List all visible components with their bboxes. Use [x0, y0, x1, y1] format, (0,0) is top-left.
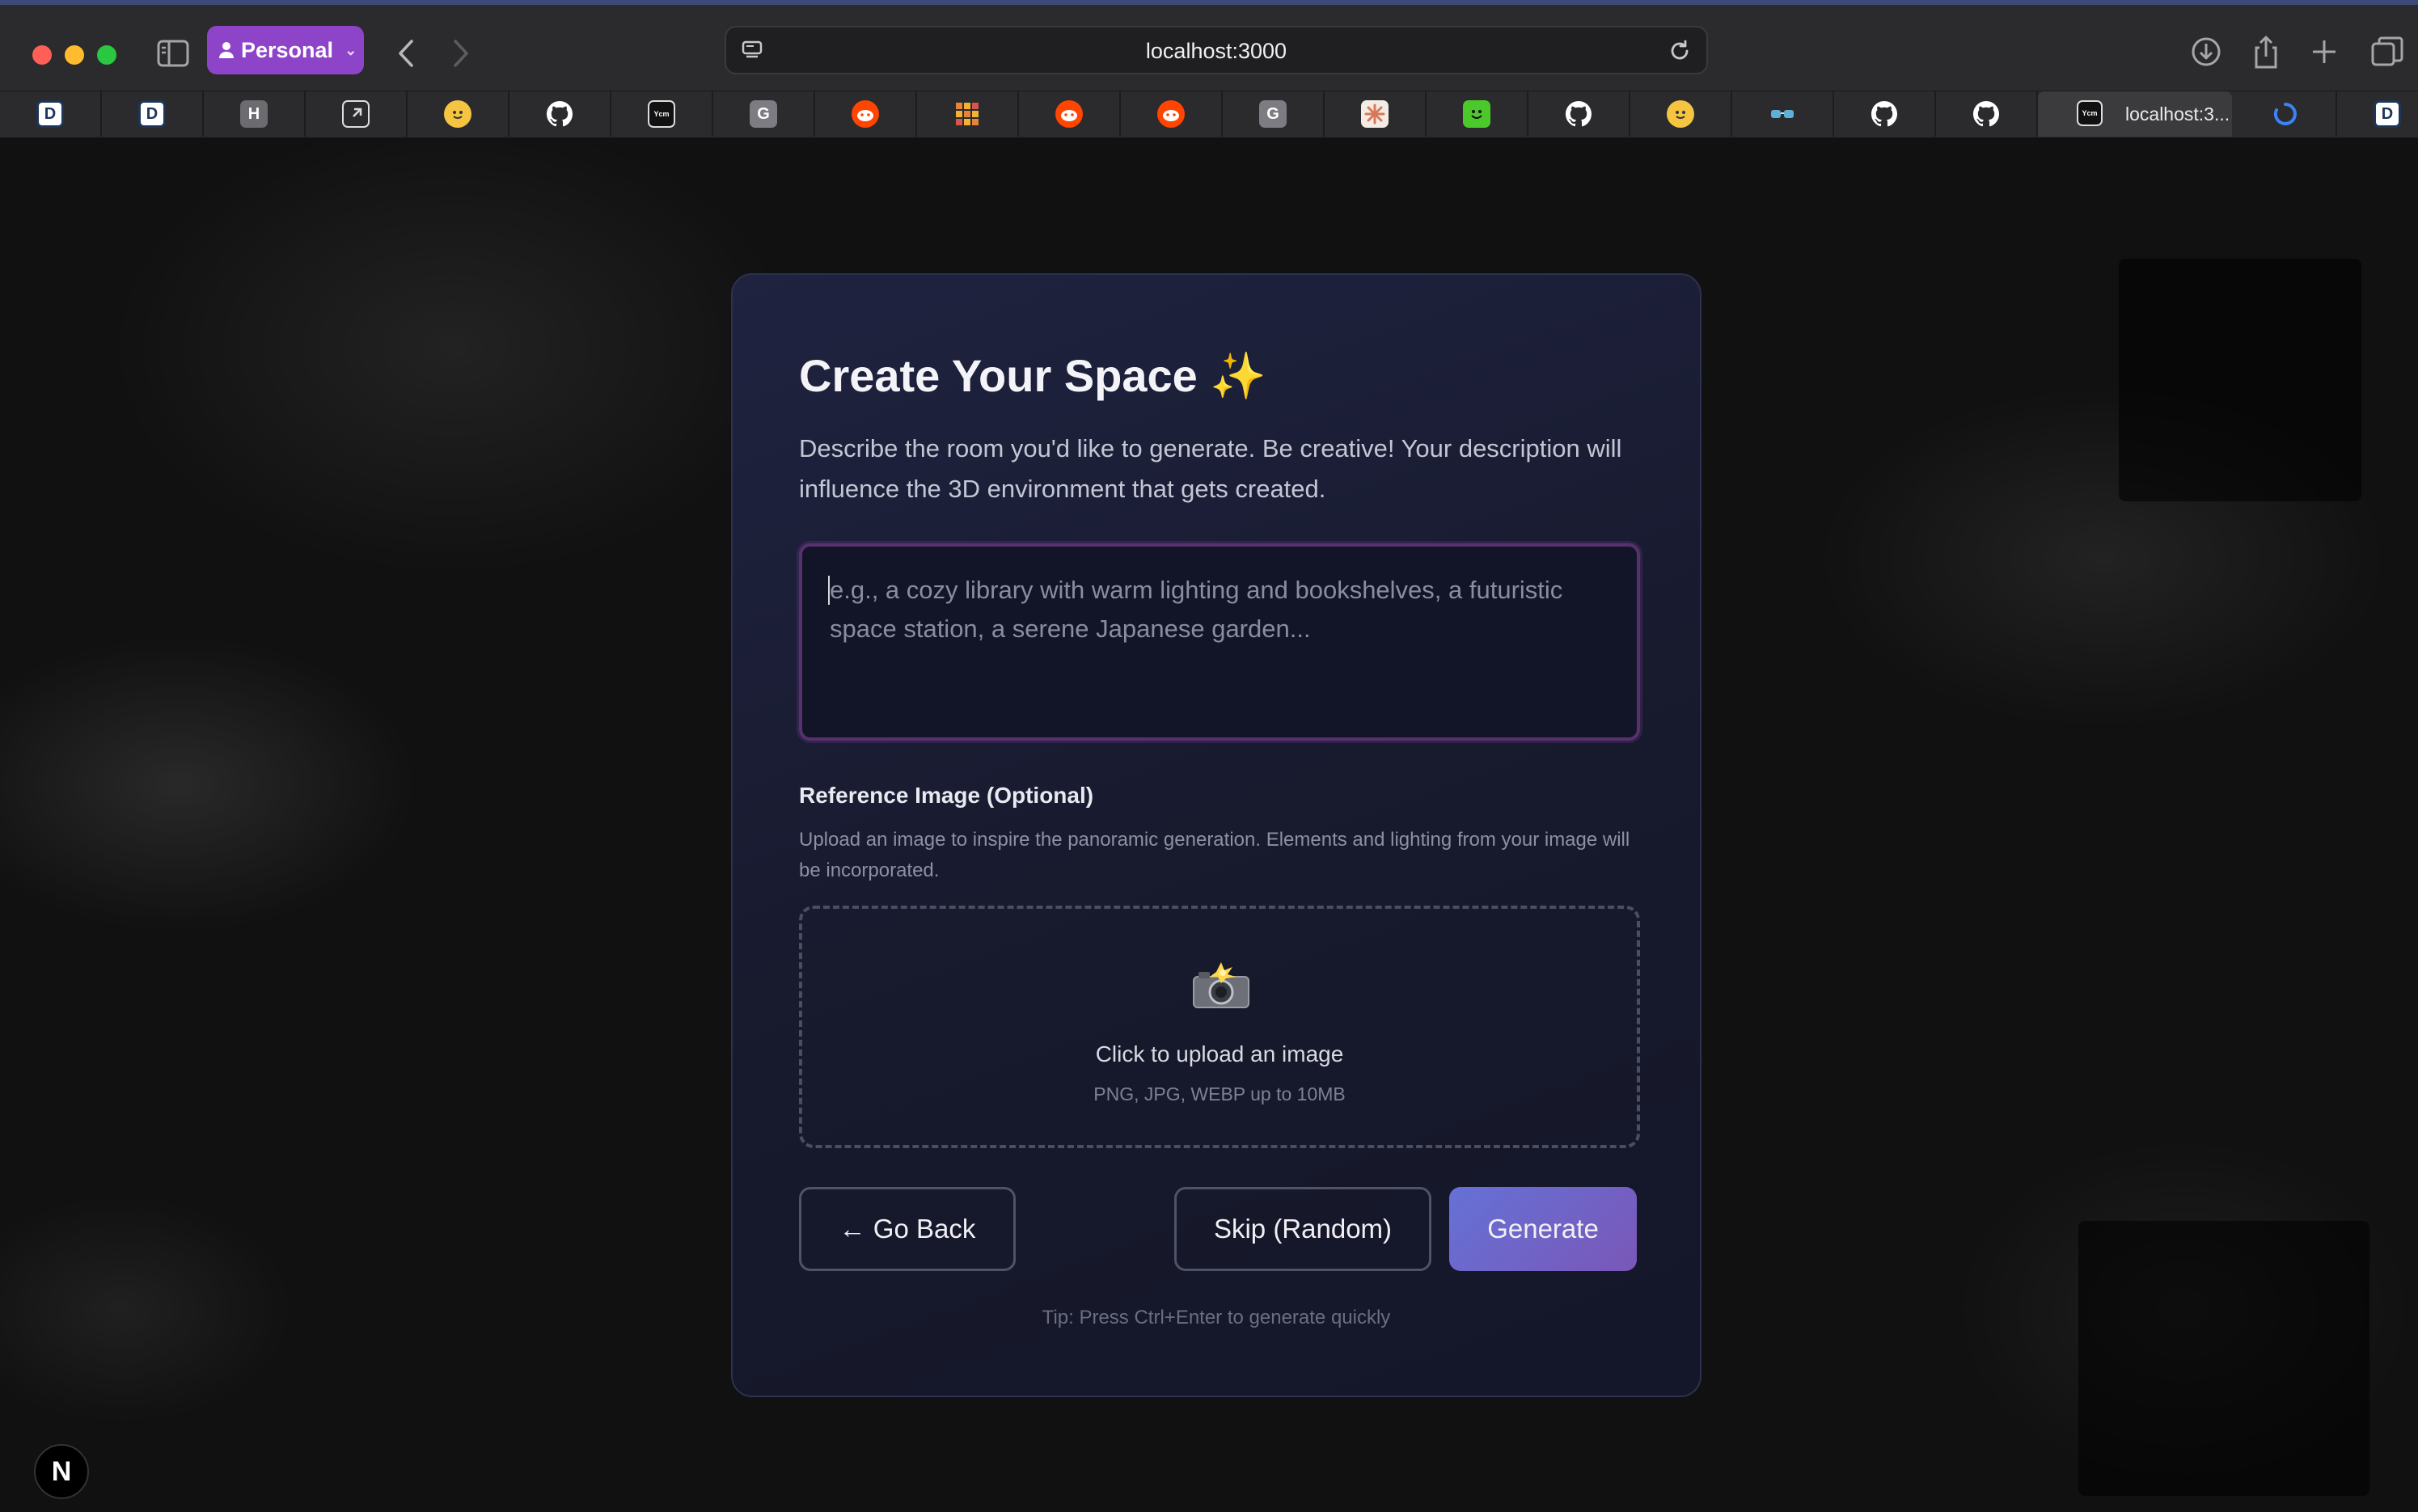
glasses-icon — [1769, 100, 1796, 128]
github-icon — [1972, 100, 2000, 128]
page-background: Create Your Space ✨ Describe the room yo… — [0, 137, 2418, 1512]
text-cursor — [828, 576, 830, 605]
pinned-tab[interactable] — [509, 91, 611, 137]
downloads-icon[interactable] — [2188, 34, 2224, 70]
reddit-icon — [1157, 100, 1185, 128]
generate-button[interactable]: Generate — [1449, 1187, 1637, 1271]
tab-overview-icon[interactable] — [2369, 34, 2405, 70]
nextjs-dev-indicator[interactable]: N — [34, 1444, 89, 1499]
share-icon[interactable] — [2248, 34, 2284, 70]
g-letter-icon: G — [750, 100, 777, 128]
person-icon — [219, 42, 234, 58]
image-upload-dropzone[interactable]: Click to upload an image PNG, JPG, WEBP … — [799, 906, 1640, 1148]
pinned-tab[interactable]: D — [102, 91, 204, 137]
pinned-tab[interactable] — [1325, 91, 1427, 137]
pinned-tab[interactable]: D — [2337, 91, 2418, 137]
skip-random-button[interactable]: Skip (Random) — [1174, 1187, 1431, 1271]
active-tab-title: localhost:3... — [2125, 103, 2230, 125]
pinned-tab[interactable]: G — [1223, 91, 1325, 137]
github-icon — [1871, 100, 1898, 128]
reference-image-title: Reference Image (Optional) — [799, 783, 1094, 808]
pinned-tab[interactable]: H — [204, 91, 306, 137]
claude-icon — [1361, 100, 1389, 128]
create-space-modal: Create Your Space ✨ Describe the room yo… — [731, 273, 1701, 1397]
browser-chrome: Personal ⌄ localhost:3000 D D H Ycm G G D Ycm … — [0, 0, 2418, 137]
pinned-tab[interactable] — [408, 91, 509, 137]
pinned-tab[interactable] — [1528, 91, 1630, 137]
reload-icon[interactable] — [1668, 39, 1692, 63]
loading-spinner-icon — [2272, 100, 2299, 128]
sidebar-toggle-icon[interactable] — [155, 36, 191, 71]
reddit-icon — [1055, 100, 1083, 128]
pinned-tab[interactable] — [1019, 91, 1121, 137]
github-icon — [546, 100, 573, 128]
back-button[interactable] — [388, 34, 424, 73]
profile-label: Personal — [241, 37, 334, 62]
huggingface-icon — [1667, 100, 1694, 128]
camera-flash-icon — [1193, 962, 1249, 1008]
go-back-button[interactable]: ← Go Back — [799, 1187, 1016, 1271]
reference-image-description: Upload an image to inspire the panoramic… — [799, 829, 1630, 881]
address-bar[interactable]: localhost:3000 — [725, 26, 1708, 74]
pinned-tab[interactable] — [1121, 91, 1223, 137]
pinned-tab[interactable] — [1427, 91, 1528, 137]
reddit-icon — [852, 100, 879, 128]
pinned-tab[interactable] — [1936, 91, 2038, 137]
modal-title: Create Your Space ✨ — [799, 350, 1267, 401]
zoom-window-button[interactable] — [97, 45, 116, 65]
minimize-window-button[interactable] — [65, 45, 84, 65]
browser-toolbar: Personal ⌄ localhost:3000 — [0, 5, 2418, 91]
blurred-panel — [2078, 1221, 2369, 1496]
pinned-tab[interactable] — [917, 91, 1019, 137]
g-letter-icon: G — [1259, 100, 1287, 128]
upload-hint: PNG, JPG, WEBP up to 10MB — [1093, 1083, 1346, 1104]
pinned-tab[interactable] — [1630, 91, 1732, 137]
d-app-icon: D — [138, 100, 166, 128]
chevron-down-icon: ⌄ — [345, 41, 357, 58]
pinned-tab[interactable] — [1834, 91, 1936, 137]
forward-button[interactable] — [443, 34, 479, 73]
ycombinator-icon: Ycm — [648, 100, 675, 128]
pinned-tab[interactable] — [1732, 91, 1834, 137]
pinned-tab[interactable]: D — [0, 91, 102, 137]
active-tab[interactable]: Ycm localhost:3... — [2038, 91, 2232, 137]
pinned-tab-strip: D D H Ycm G G D Ycm localhost:3... — [0, 91, 2418, 137]
new-tab-icon[interactable] — [2306, 34, 2342, 70]
pinned-tab[interactable]: Ycm — [611, 91, 713, 137]
keyboard-tip: Tip: Press Ctrl+Enter to generate quickl… — [1042, 1307, 1391, 1328]
close-window-button[interactable] — [32, 45, 52, 65]
huggingface-icon — [444, 100, 471, 128]
profile-button[interactable]: Personal ⌄ — [207, 26, 364, 74]
pinned-tab[interactable] — [306, 91, 408, 137]
d-app-icon: D — [36, 100, 64, 128]
url-text: localhost:3000 — [1145, 39, 1287, 63]
upload-label: Click to upload an image — [1095, 1041, 1344, 1066]
grid-icon — [953, 100, 981, 128]
github-icon — [1565, 100, 1592, 128]
smiley-icon — [1463, 100, 1490, 128]
d-app-icon: D — [2374, 100, 2401, 128]
h-letter-icon: H — [240, 100, 268, 128]
site-favicon: Ycm — [2077, 100, 2103, 126]
blurred-panel — [2119, 259, 2361, 501]
pinned-tab[interactable]: G — [713, 91, 815, 137]
pinned-tab[interactable] — [815, 91, 917, 137]
room-description-input[interactable] — [799, 543, 1640, 741]
modal-description: Describe the room you'd like to generate… — [799, 434, 1622, 503]
square-arrow-icon — [342, 100, 370, 128]
pinned-tab[interactable] — [2235, 91, 2337, 137]
